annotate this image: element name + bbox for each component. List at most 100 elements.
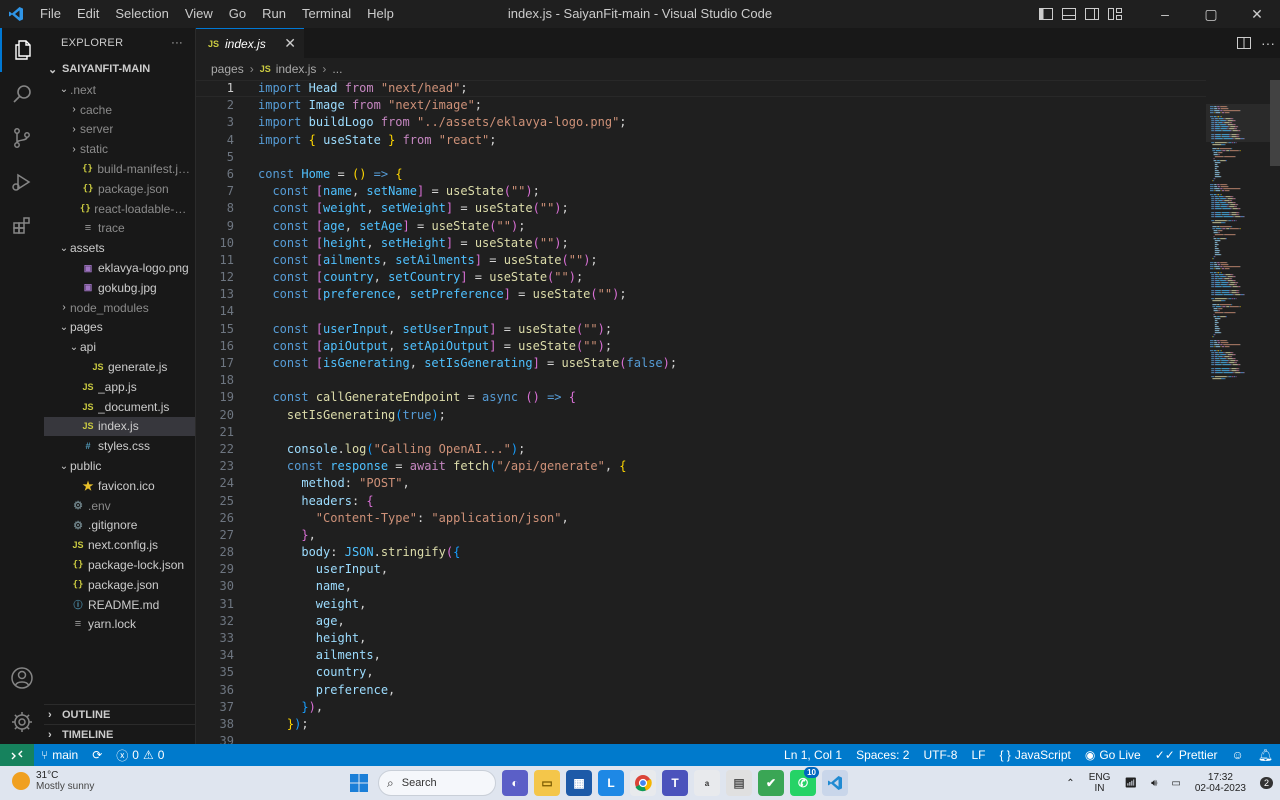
code-line[interactable]: 1 import Head from "next/head"; <box>196 80 1206 97</box>
code-line[interactable]: 19 const callGenerateEndpoint = async ()… <box>196 389 1206 406</box>
breadcrumb-folder[interactable]: pages <box>211 62 244 76</box>
whatsapp-icon[interactable]: ✆ 10 <box>790 767 819 796</box>
file-item[interactable]: JS index.js <box>44 416 195 437</box>
code-line[interactable]: 38 }); <box>196 716 1206 733</box>
code-line[interactable]: 4 import { useState } from "react"; <box>196 132 1206 149</box>
code-line[interactable]: 18 <box>196 372 1206 389</box>
code-line[interactable]: 26 "Content-Type": "application/json", <box>196 510 1206 527</box>
code-line[interactable]: 27 }, <box>196 527 1206 544</box>
file-item[interactable]: ≡ yarn.lock <box>44 615 195 635</box>
folder-item[interactable]: › node_modules <box>44 298 195 318</box>
file-item[interactable]: ⓘ README.md <box>44 595 195 615</box>
folder-item[interactable]: ⌄ assets <box>44 238 195 258</box>
code-line[interactable]: 20 setIsGenerating(true); <box>196 407 1206 424</box>
code-line[interactable]: 28 body: JSON.stringify({ <box>196 544 1206 561</box>
code-line[interactable]: 33 height, <box>196 630 1206 647</box>
folder-item[interactable]: › static <box>44 139 195 159</box>
vscode-taskbar-icon[interactable] <box>822 770 848 796</box>
maximize-button[interactable]: ▢ <box>1188 0 1234 28</box>
explorer-icon[interactable] <box>0 28 44 72</box>
menu-file[interactable]: File <box>32 0 69 28</box>
toggle-panel-icon[interactable] <box>1057 0 1080 28</box>
editor-scrollbar[interactable] <box>1270 80 1280 744</box>
file-item[interactable]: JS generate.js <box>44 357 195 377</box>
weather-widget[interactable]: 31°C Mostly sunny <box>12 770 94 792</box>
folder-item[interactable]: ⌄ api <box>44 337 195 357</box>
folder-item[interactable]: ⌄ .next <box>44 80 195 100</box>
encoding[interactable]: UTF-8 <box>916 748 964 762</box>
code-line[interactable]: 14 <box>196 303 1206 320</box>
code-line[interactable]: 24 method: "POST", <box>196 475 1206 492</box>
code-line[interactable]: 37 }), <box>196 699 1206 716</box>
file-item[interactable]: ≡ trace <box>44 219 195 239</box>
file-item[interactable]: {} package.json <box>44 575 195 595</box>
folder-item[interactable]: ⌄ public <box>44 456 195 476</box>
teams-chat-icon[interactable]: ◐ <box>502 770 528 796</box>
code-line[interactable]: 5 <box>196 149 1206 166</box>
search-icon[interactable] <box>0 72 44 116</box>
file-item[interactable]: ▣ eklavya-logo.png <box>44 258 195 278</box>
file-item[interactable]: JS next.config.js <box>44 535 195 555</box>
menu-view[interactable]: View <box>177 0 221 28</box>
outline-section[interactable]: › OUTLINE <box>44 704 196 724</box>
customize-layout-icon[interactable] <box>1103 0 1126 28</box>
problems-indicator[interactable]: ⓧ 0 ⚠ 0 <box>109 747 171 764</box>
go-live-button[interactable]: ◉ Go Live <box>1078 748 1148 762</box>
code-line[interactable]: 8 const [weight, setWeight] = useState("… <box>196 200 1206 217</box>
code-line[interactable]: 17 const [isGenerating, setIsGenerating]… <box>196 355 1206 372</box>
chrome-icon[interactable] <box>630 770 656 796</box>
language-indicator[interactable]: ENG IN <box>1082 772 1118 794</box>
account-icon[interactable] <box>0 656 44 700</box>
app-l-icon[interactable]: L <box>598 770 624 796</box>
file-item[interactable]: {} build-manifest.json <box>44 159 195 179</box>
file-item[interactable]: JS _document.js <box>44 397 195 417</box>
code-line[interactable]: 22 console.log("Calling OpenAI..."); <box>196 441 1206 458</box>
notifications-bell-icon[interactable]: 🔔︎ <box>1251 748 1280 762</box>
menu-edit[interactable]: Edit <box>69 0 107 28</box>
code-line[interactable]: 34 ailments, <box>196 647 1206 664</box>
scrollbar-thumb[interactable] <box>1270 80 1280 166</box>
close-tab-icon[interactable]: ✕ <box>284 35 296 52</box>
code-line[interactable]: 39 <box>196 733 1206 744</box>
code-line[interactable]: 16 const [apiOutput, setApiOutput] = use… <box>196 338 1206 355</box>
language-mode[interactable]: { } JavaScript <box>992 748 1077 762</box>
feedback-icon[interactable]: ☺ <box>1225 748 1251 762</box>
code-line[interactable]: 9 const [age, setAge] = useState(""); <box>196 218 1206 235</box>
split-editor-icon[interactable] <box>1232 37 1256 49</box>
show-hidden-icons-chevron-icon[interactable]: ⌃ <box>1059 778 1081 789</box>
file-explorer-icon[interactable]: ▭ <box>534 770 560 796</box>
menu-run[interactable]: Run <box>254 0 294 28</box>
code-line[interactable]: 11 const [ailments, setAilments] = useSt… <box>196 252 1206 269</box>
code-line[interactable]: 35 country, <box>196 664 1206 681</box>
code-line[interactable]: 12 const [country, setCountry] = useStat… <box>196 269 1206 286</box>
prettier-button[interactable]: ✓✓ Prettier <box>1148 748 1225 762</box>
extensions-icon[interactable] <box>0 204 44 248</box>
code-line[interactable]: 13 const [preference, setPreference] = u… <box>196 286 1206 303</box>
timeline-section[interactable]: › TIMELINE <box>44 724 196 744</box>
source-control-icon[interactable] <box>0 116 44 160</box>
code-line[interactable]: 31 weight, <box>196 596 1206 613</box>
teams-icon[interactable]: T <box>662 770 688 796</box>
code-line[interactable]: 15 const [userInput, setUserInput] = use… <box>196 321 1206 338</box>
code-line[interactable]: 23 const response = await fetch("/api/ge… <box>196 458 1206 475</box>
code-editor[interactable]: 1 import Head from "next/head"; 2 import Im… <box>196 80 1206 744</box>
taskbar-search[interactable]: ⌕ Search <box>378 770 496 796</box>
file-item[interactable]: {} package.json <box>44 179 195 199</box>
breadcrumb-symbol[interactable]: ... <box>332 62 342 76</box>
clock[interactable]: 17:32 02-04-2023 <box>1188 772 1253 794</box>
windows-start-icon[interactable] <box>346 770 372 796</box>
settings-gear-icon[interactable] <box>0 700 44 744</box>
code-line[interactable]: 7 const [name, setName] = useState(""); <box>196 183 1206 200</box>
code-line[interactable]: 36 preference, <box>196 682 1206 699</box>
code-line[interactable]: 2 import Image from "next/image"; <box>196 97 1206 114</box>
file-item[interactable]: ⚙ .gitignore <box>44 516 195 536</box>
toggle-secondary-sidebar-icon[interactable] <box>1080 0 1103 28</box>
code-line[interactable]: 3 import buildLogo from "../assets/eklavy… <box>196 114 1206 131</box>
indentation[interactable]: Spaces: 2 <box>849 748 916 762</box>
folder-item[interactable]: › cache <box>44 100 195 120</box>
file-item[interactable]: ⚙ .env <box>44 496 195 516</box>
branch-indicator[interactable]: ⑂ main <box>34 748 85 762</box>
notification-center-icon[interactable]: 2 <box>1253 777 1280 789</box>
run-debug-icon[interactable] <box>0 160 44 204</box>
code-line[interactable]: 10 const [height, setHeight] = useState(… <box>196 235 1206 252</box>
